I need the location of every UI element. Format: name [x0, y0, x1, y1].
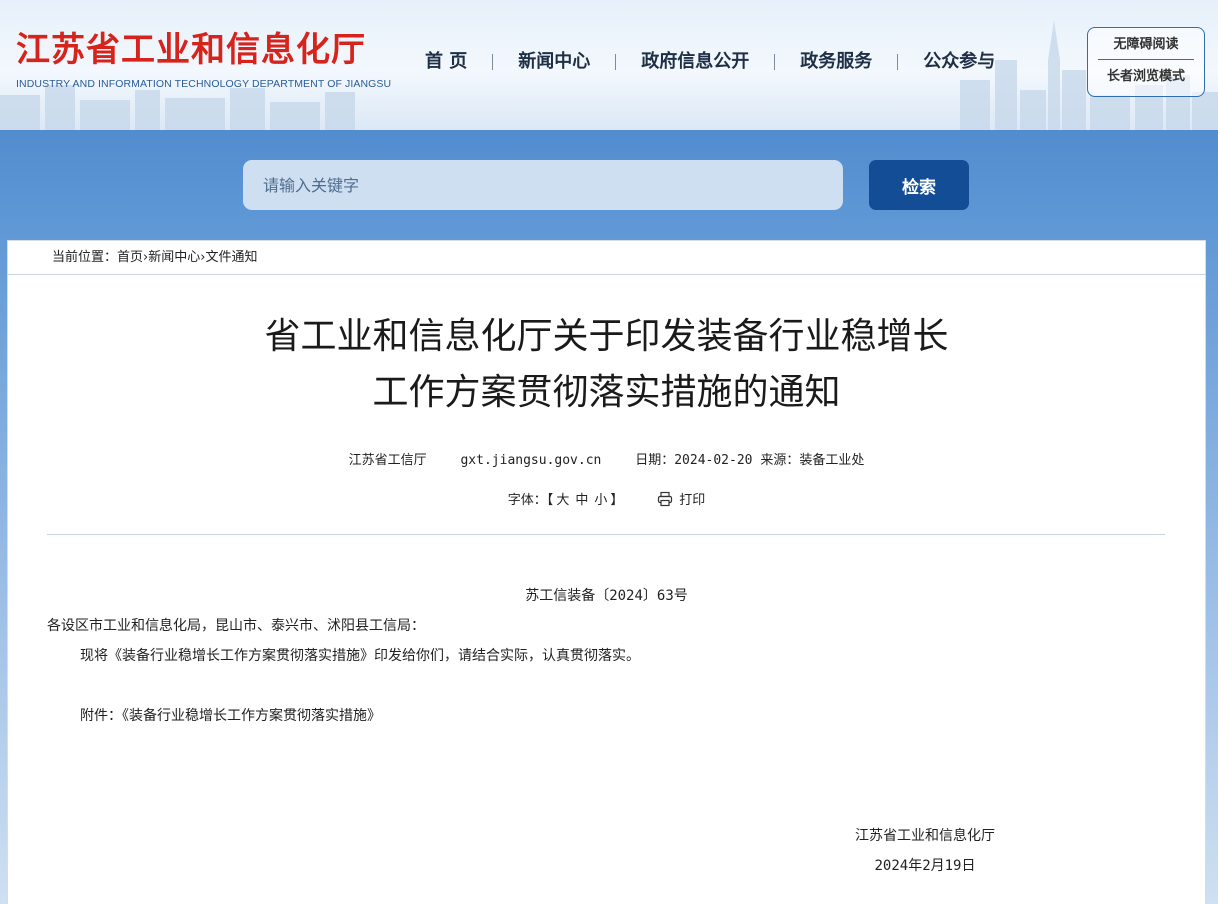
elder-mode-link[interactable]: 长者浏览模式: [1088, 68, 1204, 86]
article-panel: 当前位置：首页›新闻中心›文件通知 省工业和信息化厅关于印发装备行业稳增长 工作…: [7, 240, 1206, 904]
meta-date-source: 日期：2024-02-20 来源：装备工业处: [635, 453, 864, 468]
print-label: 打印: [679, 493, 706, 508]
nav-home[interactable]: 首 页: [400, 46, 492, 78]
accessibility-box: 无障碍阅读 长者浏览模式: [1087, 27, 1205, 97]
breadcrumb-news-center[interactable]: 新闻中心: [148, 250, 200, 265]
meta-publisher: 江苏省工信厅: [348, 453, 427, 468]
article-meta: 江苏省工信厅 gxt.jiangsu.gov.cn 日期：2024-02-20 …: [8, 451, 1205, 471]
breadcrumb-notices[interactable]: 文件通知: [205, 250, 257, 265]
main-nav: 首 页 新闻中心 政府信息公开 政务服务 公众参与: [400, 46, 1020, 78]
body-paragraph: 现将《装备行业稳增长工作方案贯彻落实措施》印发给你们，请结合实际，认真贯彻落实。: [80, 648, 640, 664]
article-title-line2: 工作方案贯彻落实措施的通知: [372, 372, 841, 413]
article-title-line1: 省工业和信息化厅关于印发装备行业稳增长: [264, 316, 949, 357]
printer-icon: [658, 491, 673, 507]
nav-gov-services[interactable]: 政务服务: [775, 46, 897, 78]
font-large-button[interactable]: 大: [556, 493, 569, 508]
font-bracket-open: 【: [546, 493, 554, 508]
font-medium-button[interactable]: 中: [575, 493, 588, 508]
accessibility-divider: [1098, 59, 1194, 60]
nav-gov-info-disclosure[interactable]: 政府信息公开: [616, 46, 774, 78]
meta-source: 装备工业处: [799, 453, 865, 468]
meta-date-label: 日期：: [635, 453, 675, 468]
document-number: 苏工信装备〔2024〕63号: [525, 588, 688, 604]
font-small-button[interactable]: 小: [594, 493, 607, 508]
breadcrumb: 当前位置：首页›新闻中心›文件通知: [8, 241, 1205, 275]
article-title: 省工业和信息化厅关于印发装备行业稳增长 工作方案贯彻落实措施的通知: [8, 309, 1205, 421]
font-size-controls: 字体：【大中小】 打印: [8, 491, 1205, 511]
font-bracket-close: 】: [610, 493, 624, 508]
barrier-free-reading-link[interactable]: 无障碍阅读: [1088, 36, 1204, 54]
meta-divider: [47, 534, 1165, 535]
print-button[interactable]: 打印: [657, 491, 705, 511]
nav-public-participation[interactable]: 公众参与: [898, 46, 1020, 78]
site-header: 江苏省工业和信息化厅 INDUSTRY AND INFORMATION TECH…: [0, 0, 1218, 130]
search-input[interactable]: [243, 160, 843, 210]
signature-date: 2024年2月19日: [874, 858, 976, 874]
breadcrumb-home[interactable]: 首页: [117, 250, 143, 265]
font-size-label: 字体：: [507, 493, 547, 508]
salutation: 各设区市工业和信息化局，昆山市、泰兴市、沭阳县工信局：: [47, 618, 425, 634]
breadcrumb-prefix: 当前位置：: [52, 250, 118, 265]
site-logo-subtitle: INDUSTRY AND INFORMATION TECHNOLOGY DEPA…: [16, 78, 392, 90]
search-button[interactable]: 检索: [869, 160, 969, 210]
signature-organization: 江苏省工业和信息化厅: [855, 828, 995, 844]
meta-source-label: 来源：: [760, 453, 800, 468]
attachment-link[interactable]: 附件：《装备行业稳增长工作方案贯彻落实措施》: [80, 705, 381, 727]
site-logo-title[interactable]: 江苏省工业和信息化厅: [16, 30, 366, 70]
meta-site: gxt.jiangsu.gov.cn: [460, 453, 602, 468]
meta-date: 2024-02-20: [674, 453, 753, 468]
nav-news-center[interactable]: 新闻中心: [493, 46, 615, 78]
